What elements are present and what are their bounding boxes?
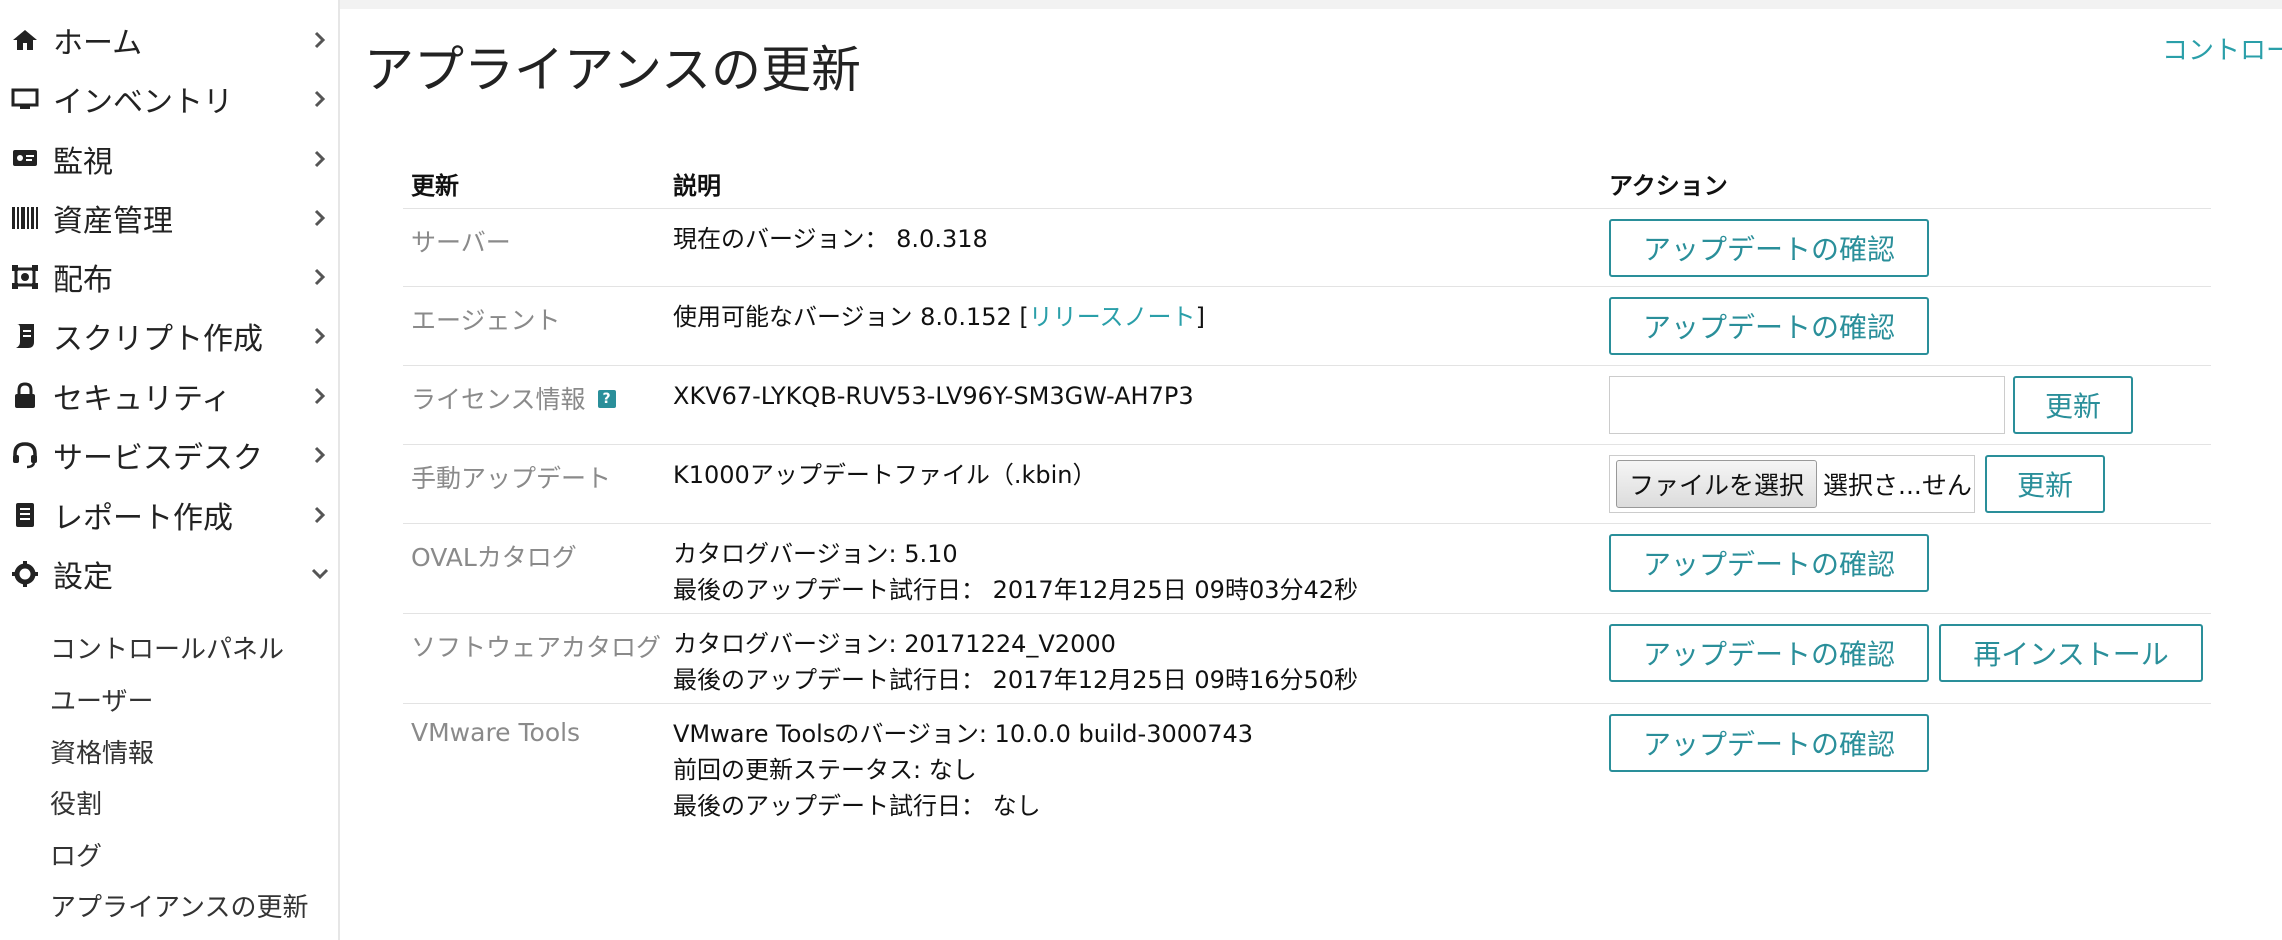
license-key: XKV67-LYKQB-RUV53-LV96Y-SM3GW-AH7P3	[673, 382, 1194, 410]
barcode-icon	[10, 203, 40, 233]
agent-version-text: 使用可能なバージョン 8.0.152 [	[673, 303, 1029, 331]
top-strip	[340, 0, 2282, 9]
row-description: カタログバージョン: 20171224_V2000 最後のアップデート試行日： 2…	[673, 626, 1358, 698]
sidebar-item-label: サービスデスク	[53, 440, 263, 476]
chevron-right-icon	[310, 30, 330, 50]
sidebar-item-reporting[interactable]: レポート作成	[0, 485, 338, 544]
sidebar-item-distribution[interactable]: 配布	[0, 247, 338, 306]
file-input[interactable]: ファイルを選択 選択さ...せん	[1609, 455, 1975, 513]
vmware-last-attempt: 最後のアップデート試行日： なし	[673, 792, 1041, 820]
row-description: 現在のバージョン： 8.0.318	[673, 225, 988, 253]
table-row-server: サーバー 現在のバージョン： 8.0.318 アップデートの確認	[403, 208, 2211, 287]
choose-file-button[interactable]: ファイルを選択	[1616, 460, 1818, 508]
release-notes-link[interactable]: リリースノート	[1029, 303, 1196, 331]
sidebar-item-scripting[interactable]: スクリプト作成	[0, 306, 338, 365]
row-label: ライセンス情報?	[411, 380, 616, 416]
sidebar-subitem-appliance-update[interactable]: アプライアンスの更新	[50, 887, 308, 924]
row-label: 手動アップデート	[411, 464, 612, 493]
home-icon	[10, 25, 40, 55]
sidebar-subitem-control-panel[interactable]: コントロールパネル	[50, 629, 284, 666]
sidebar-item-label: インベントリ	[53, 84, 233, 120]
license-key-input[interactable]	[1609, 376, 2005, 434]
license-update-button[interactable]: 更新	[2013, 376, 2133, 434]
sidebar-item-label: 配布	[53, 262, 113, 298]
sidebar-item-assets[interactable]: 資産管理	[0, 188, 338, 247]
table-row-software-catalog: ソフトウェアカタログ カタログバージョン: 20171224_V2000 最後のア…	[403, 613, 2211, 704]
sidebar-item-home[interactable]: ホーム	[0, 10, 338, 69]
software-catalog-version: カタログバージョン: 20171224_V2000	[673, 630, 1116, 658]
chevron-down-icon	[310, 564, 330, 584]
vmware-check-update-button[interactable]: アップデートの確認	[1609, 714, 1929, 772]
sidebar-item-settings[interactable]: 設定	[0, 544, 338, 603]
oval-version: カタログバージョン: 5.10	[673, 540, 958, 568]
gear-icon	[10, 559, 40, 589]
manual-update-button[interactable]: 更新	[1985, 455, 2105, 513]
column-header-description: 説明	[673, 172, 721, 200]
row-label: サーバー	[411, 228, 511, 257]
sidebar-subitem-credentials[interactable]: 資格情報	[50, 733, 154, 770]
sidebar-item-security[interactable]: セキュリティ	[0, 366, 338, 425]
row-description: K1000アップデートファイル（.kbin）	[673, 461, 1097, 489]
help-icon[interactable]: ?	[597, 390, 616, 408]
table-row-agent: エージェント 使用可能なバージョン 8.0.152 [リリースノート] アップデ…	[403, 286, 2211, 366]
chevron-right-icon	[310, 326, 330, 346]
sidebar-item-label: 資産管理	[53, 203, 173, 239]
file-input-status: 選択さ...せん	[1823, 471, 1972, 500]
agent-version-suffix: ]	[1195, 303, 1205, 331]
software-check-update-button[interactable]: アップデートの確認	[1609, 624, 1929, 682]
row-label: VMware Tools	[411, 718, 581, 747]
page-title: アプライアンスの更新	[364, 41, 861, 99]
chevron-right-icon	[310, 386, 330, 406]
chevron-right-icon	[310, 89, 330, 109]
sidebar: ホーム インベントリ 監視 資産管理 配布 スクリプト作成 セキュリティ サービ…	[0, 0, 340, 940]
chevron-right-icon	[310, 445, 330, 465]
sidebar-subitem-roles[interactable]: 役割	[50, 784, 102, 821]
sidebar-item-label: レポート作成	[53, 500, 233, 536]
control-panel-link[interactable]: コントロー	[2162, 30, 2282, 67]
row-label: ソフトウェアカタログ	[411, 633, 662, 662]
script-icon	[10, 321, 40, 351]
chevron-right-icon	[310, 267, 330, 287]
monitoring-icon	[10, 144, 40, 174]
row-description: カタログバージョン: 5.10 最後のアップデート試行日： 2017年12月25日…	[673, 536, 1358, 608]
distribution-icon	[10, 262, 40, 292]
agent-check-update-button[interactable]: アップデートの確認	[1609, 297, 1929, 355]
chevron-right-icon	[310, 149, 330, 169]
vmware-last-status: 前回の更新ステータス: なし	[673, 756, 977, 784]
row-label: OVALカタログ	[411, 543, 577, 572]
sidebar-subitem-users[interactable]: ユーザー	[50, 681, 153, 718]
sidebar-item-label: ホーム	[53, 25, 143, 61]
headset-icon	[10, 440, 40, 470]
monitor-icon	[10, 84, 40, 114]
sidebar-item-label: 監視	[53, 144, 113, 180]
table-row-vmware-tools: VMware Tools VMware Toolsのバージョン: 10.0.0 …	[403, 703, 2211, 824]
reinstall-button[interactable]: 再インストール	[1939, 624, 2203, 682]
chevron-right-icon	[310, 505, 330, 525]
row-description: 使用可能なバージョン 8.0.152 [リリースノート]	[673, 299, 1205, 335]
sidebar-item-label: 設定	[53, 559, 113, 595]
oval-last-attempt: 最後のアップデート試行日： 2017年12月25日 09時03分42秒	[673, 576, 1359, 604]
sidebar-item-servicedesk[interactable]: サービスデスク	[0, 425, 338, 484]
oval-check-update-button[interactable]: アップデートの確認	[1609, 534, 1929, 592]
software-catalog-last-attempt: 最後のアップデート試行日： 2017年12月25日 09時16分50秒	[673, 666, 1359, 694]
column-header-update: 更新	[411, 172, 459, 200]
table-row-license: ライセンス情報? XKV67-LYKQB-RUV53-LV96Y-SM3GW-A…	[403, 365, 2211, 445]
column-header-action: アクション	[1609, 172, 1728, 200]
server-check-update-button[interactable]: アップデートの確認	[1609, 219, 1929, 277]
chevron-right-icon	[310, 208, 330, 228]
vmware-version: VMware Toolsのバージョン: 10.0.0 build-3000743	[673, 720, 1254, 748]
row-label: エージェント	[411, 306, 561, 335]
sidebar-item-monitoring[interactable]: 監視	[0, 129, 338, 188]
sidebar-subitem-logs[interactable]: ログ	[50, 836, 102, 873]
table-row-oval: OVALカタログ カタログバージョン: 5.10 最後のアップデート試行日： 20…	[403, 523, 2211, 614]
report-icon	[10, 500, 40, 530]
sidebar-item-inventory[interactable]: インベントリ	[0, 69, 338, 128]
sidebar-item-label: スクリプト作成	[53, 321, 263, 357]
table-row-manual-update: 手動アップデート K1000アップデートファイル（.kbin） ファイルを選択 …	[403, 444, 2211, 524]
row-description: VMware Toolsのバージョン: 10.0.0 build-3000743…	[673, 716, 1253, 824]
sidebar-item-label: セキュリティ	[53, 381, 232, 417]
lock-icon	[10, 381, 40, 411]
license-label: ライセンス情報	[411, 385, 586, 414]
